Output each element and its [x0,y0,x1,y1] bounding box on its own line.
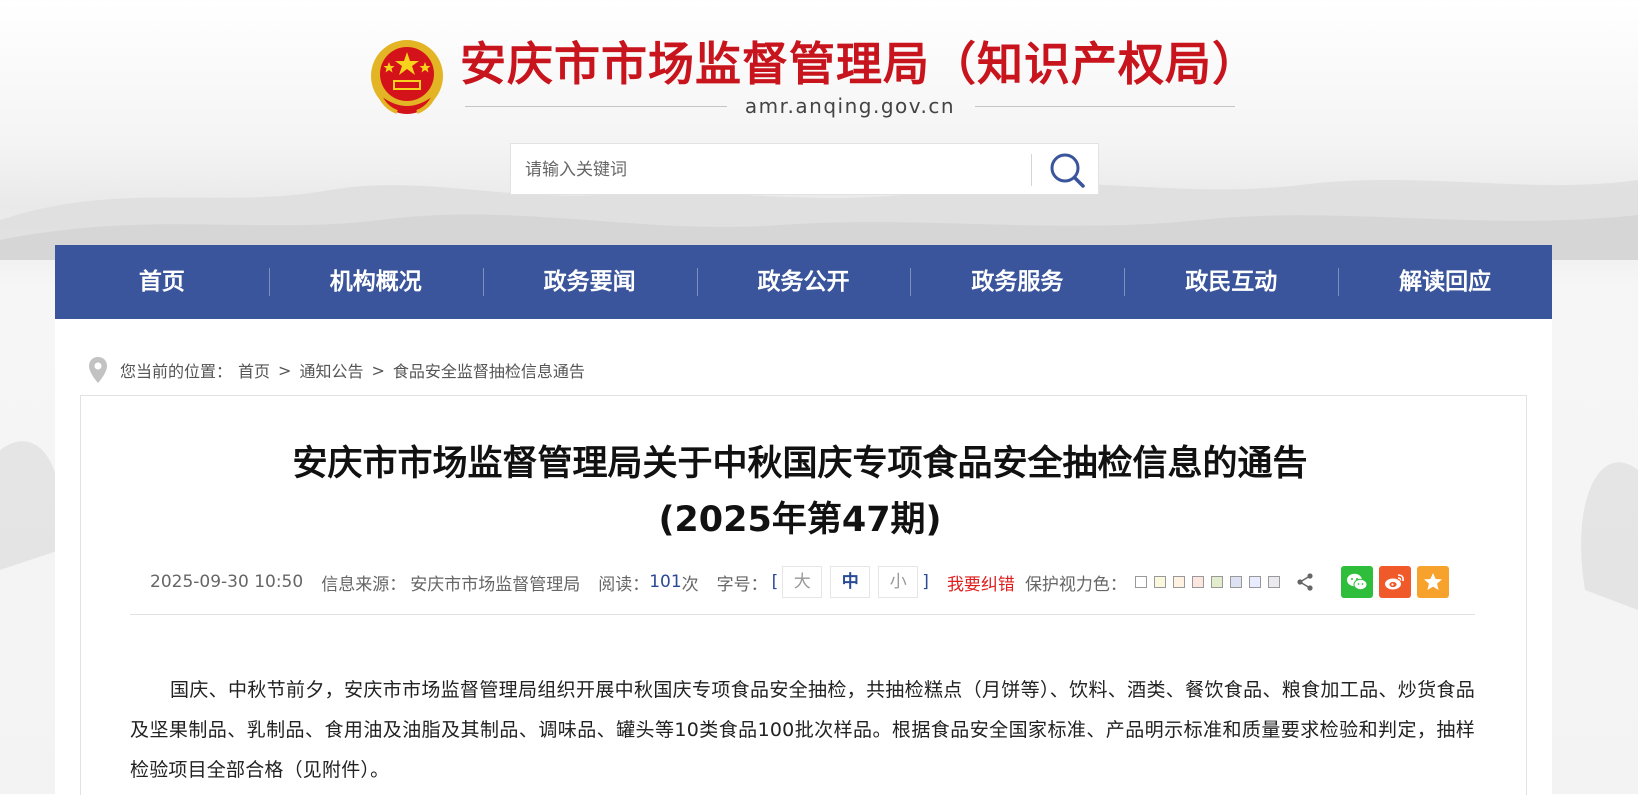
search-icon[interactable] [1045,148,1091,192]
domain-text: amr.anqing.gov.cn [744,94,956,118]
article-title: 安庆市市场监督管理局关于中秋国庆专项食品安全抽检信息的通告 (2025年第47期… [100,436,1500,548]
font-size-label: 字号： [716,574,768,595]
font-bracket-open: [ [771,572,779,592]
font-size-large-button[interactable]: 大 [782,566,823,598]
source-label: 信息来源： [321,574,407,595]
breadcrumb-link-home[interactable]: 首页 [238,358,270,382]
domain-right-line [975,106,1235,107]
nav-item-interpretation[interactable]: 解读回应 [1338,245,1552,319]
breadcrumb-separator: > [371,360,385,380]
search-separator [1031,154,1032,186]
breadcrumb-separator: > [278,360,292,380]
nav-item-open-government[interactable]: 政务公开 [696,245,911,319]
search-input[interactable] [523,144,1017,196]
weibo-glyph-icon [1384,574,1404,590]
eye-care-swatch[interactable] [1229,576,1242,588]
eye-care-swatch[interactable] [1210,576,1223,588]
report-error-link[interactable]: 我要纠错 [947,570,1015,595]
article-body-paragraph: 国庆、中秋节前夕，安庆市市场监督管理局组织开展中秋国庆专项食品安全抽检，共抽检糕… [130,679,1475,781]
nav-item-services[interactable]: 政务服务 [910,245,1124,319]
eye-care-label: 保护视力色： [1024,574,1127,595]
nav-item-organization[interactable]: 机构概况 [268,245,483,319]
read-label: 阅读： [598,574,650,595]
nav-item-news[interactable]: 政务要闻 [482,245,697,319]
breadcrumb-link-food-safety[interactable]: 食品安全监督抽检信息通告 [393,358,585,382]
share-icon[interactable] [1295,572,1315,592]
site-title: 安庆市市场监督管理局（知识产权局） [460,37,1259,91]
eye-care-swatch[interactable] [1172,576,1185,588]
article-meta: 2025-09-30 10:50 信息来源： 安庆市市场监督管理局 阅读： 10… [150,565,1449,599]
source-value: 安庆市市场监督管理局 [410,574,581,595]
eye-care-swatch[interactable] [1267,576,1280,588]
star-glyph-icon [1423,573,1442,590]
eye-care-swatch[interactable] [1134,576,1147,588]
meta-divider [130,614,1475,615]
read-count: 101 [649,572,682,592]
read-unit: 次 [681,574,699,595]
main-nav: 首页 机构概况 政务要闻 政务公开 政务服务 政民互动 解读回应 [55,245,1552,319]
font-size-medium-button[interactable]: 中 [830,566,871,598]
article-title-line1: 安庆市市场监督管理局关于中秋国庆专项食品安全抽检信息的通告 [292,444,1308,484]
site-domain: amr.anqing.gov.cn [465,93,1235,119]
breadcrumb-link-notices[interactable]: 通知公告 [299,358,363,382]
breadcrumb-prefix: 您当前的位置： [120,362,233,381]
favorite-icon[interactable] [1416,566,1449,598]
nav-item-interaction[interactable]: 政民互动 [1124,245,1338,319]
eye-care-swatch[interactable] [1153,576,1166,588]
font-size-small-button[interactable]: 小 [878,566,919,598]
article-title-line2: (2025年第47期) [658,500,942,540]
publish-date: 2025-09-30 10:50 [150,572,304,592]
search-box [510,143,1099,196]
breadcrumb: 您当前的位置： 首页 > 通知公告 > 食品安全监督抽检信息通告 [88,356,585,384]
nav-item-home[interactable]: 首页 [55,245,269,319]
font-bracket-close: ] [922,572,929,592]
national-emblem-icon [371,40,443,114]
eye-care-swatch[interactable] [1248,576,1261,588]
domain-left-line [465,106,727,107]
wechat-glyph-icon [1346,573,1368,591]
eye-care-swatch[interactable] [1191,576,1204,588]
weibo-share-icon[interactable] [1378,566,1411,598]
location-pin-icon [89,357,107,383]
wechat-share-icon[interactable] [1340,566,1373,598]
